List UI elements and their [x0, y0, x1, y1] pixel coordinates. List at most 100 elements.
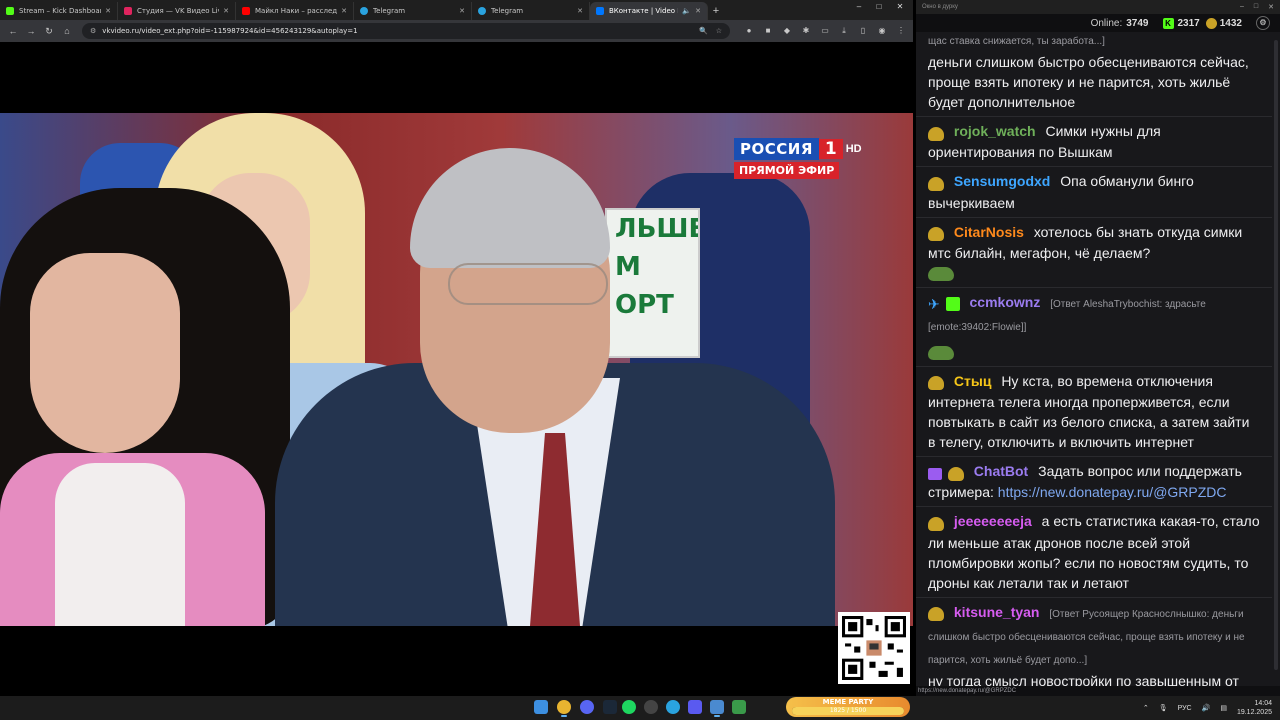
- coin-icon: [1205, 17, 1217, 29]
- start-windows-icon[interactable]: [534, 700, 548, 714]
- chat-username[interactable]: Стыц: [954, 373, 992, 389]
- chat-username[interactable]: ChatBot: [974, 463, 1028, 479]
- app-icon[interactable]: [688, 700, 702, 714]
- spotify-icon[interactable]: [622, 700, 636, 714]
- qr-code[interactable]: [838, 612, 910, 684]
- profile-avatar-icon[interactable]: ◉: [874, 23, 890, 39]
- close-tab-icon[interactable]: ✕: [223, 7, 229, 15]
- live-badge: ПРЯМОЙ ЭФИР: [734, 162, 840, 179]
- new-tab-button[interactable]: +: [708, 2, 724, 20]
- vk-live-favicon-icon: [124, 7, 132, 15]
- app-icon[interactable]: [732, 700, 746, 714]
- chat-message: CitarNosis хотелось бы знать откуда симк…: [916, 218, 1272, 288]
- steam-icon[interactable]: [603, 700, 617, 714]
- forward-arrow-icon[interactable]: →: [22, 22, 40, 40]
- donate-link[interactable]: https://new.donatepay.ru/@GRPZDC: [998, 484, 1227, 500]
- clock[interactable]: 14:04 19.12.2025: [1237, 699, 1272, 717]
- extensions-puzzle-icon[interactable]: ✱: [798, 23, 814, 39]
- discord-icon[interactable]: [580, 700, 594, 714]
- chat-username[interactable]: kitsune_tyan: [954, 604, 1040, 620]
- obs-icon[interactable]: [644, 700, 658, 714]
- split-view-icon[interactable]: ▭: [817, 23, 833, 39]
- extension-icon[interactable]: ●: [741, 23, 757, 39]
- chat-username[interactable]: rojok_watch: [954, 123, 1036, 139]
- clock-time: 14:04: [1254, 700, 1272, 707]
- browser-toolbar: ← → ↻ ⌂ ⚙ vkvideo.ru/video_ext.php?oid=-…: [0, 20, 913, 42]
- meme-party-widget[interactable]: MEME PARTY 1825 / 1500: [786, 697, 910, 717]
- coin-count: 1432: [1219, 17, 1242, 29]
- channel-name: РОССИЯ: [734, 138, 819, 160]
- tab-label: Майкл Наки – расследовани: [255, 7, 338, 15]
- chat-message-list[interactable]: щас ставка снижается, ты заработа...] де…: [916, 32, 1272, 686]
- message-text: ну тогда смысл новостройки по завышенным…: [928, 672, 1239, 686]
- pepe-badge-icon: [928, 227, 944, 242]
- lightning-badge-icon: ✈: [928, 295, 940, 312]
- microphone-icon[interactable]: 🎙: [1159, 704, 1168, 712]
- online-count: 3749: [1126, 17, 1149, 29]
- close-window-button[interactable]: ✕: [890, 2, 910, 11]
- speaker-icon[interactable]: 🔈: [682, 7, 691, 15]
- tab-vk-video-ext[interactable]: ВКонтакте | Video Ext 🔈 ✕: [590, 2, 708, 20]
- bot-badge-icon: [928, 467, 942, 480]
- chat-stats-bar: Online: 3749 K 2317 1432 ⚙: [916, 14, 1280, 32]
- extension-icon[interactable]: ■: [760, 23, 776, 39]
- tab-telegram-2[interactable]: Telegram ✕: [472, 2, 590, 20]
- chat-username[interactable]: jeeeeeeeeja: [954, 513, 1032, 529]
- close-window-button[interactable]: ✕: [1268, 3, 1274, 11]
- maximize-button[interactable]: □: [869, 2, 889, 11]
- maximize-button[interactable]: □: [1254, 3, 1258, 11]
- speaker-icon[interactable]: 🔊: [1202, 704, 1211, 712]
- app-icon[interactable]: [710, 700, 724, 717]
- chevron-up-icon[interactable]: ⌃: [1143, 704, 1149, 712]
- chat-titlebar: Окно в дурку – □ ✕: [916, 0, 1280, 14]
- network-icon[interactable]: ▤: [1220, 704, 1227, 712]
- telegram-icon[interactable]: [666, 700, 680, 714]
- pepe-badge-icon: [928, 517, 944, 532]
- telegram-favicon-icon: [478, 7, 486, 15]
- frog-emote-icon: [928, 346, 954, 361]
- reload-icon[interactable]: ↻: [40, 22, 58, 40]
- chat-message: kitsune_tyan [Ответ Русоящер Краснослныш…: [916, 598, 1272, 686]
- pepe-badge-icon: [928, 376, 944, 391]
- language-indicator[interactable]: РУС: [1178, 705, 1192, 712]
- close-tab-icon[interactable]: ✕: [695, 7, 701, 15]
- video-player[interactable]: ЛЬШЕ М ОРТ РОССИЯ 1 HD ПРЯМОЙ ЭФИР: [0, 113, 913, 626]
- back-arrow-icon[interactable]: ←: [4, 22, 22, 40]
- downloads-icon[interactable]: ⤓: [836, 23, 852, 39]
- bookmark-star-icon[interactable]: ☆: [716, 27, 722, 35]
- white-blouse: [55, 463, 185, 626]
- close-tab-icon[interactable]: ✕: [459, 7, 465, 15]
- chat-message: rojok_watch Симки нужны для ориентирован…: [916, 117, 1272, 168]
- tab-kick-dashboard[interactable]: Stream – Kick Dashboard ✕: [0, 2, 118, 20]
- home-icon[interactable]: ⌂: [58, 22, 76, 40]
- tab-telegram-1[interactable]: Telegram ✕: [354, 2, 472, 20]
- sign-line: ОРТ: [615, 290, 674, 320]
- site-info-icon[interactable]: ⚙: [90, 27, 96, 35]
- chat-username[interactable]: ccmkownz: [970, 294, 1041, 310]
- close-tab-icon[interactable]: ✕: [577, 7, 583, 15]
- dark-haired-woman-face: [30, 253, 180, 453]
- chrome-icon[interactable]: [557, 700, 571, 717]
- chat-scrollbar[interactable]: [1274, 40, 1278, 670]
- address-bar[interactable]: ⚙ vkvideo.ru/video_ext.php?oid=-11598792…: [82, 23, 730, 39]
- sign-line: М: [615, 252, 641, 282]
- qr-code-icon: [842, 616, 906, 680]
- channel-number: 1: [818, 139, 843, 159]
- chat-message: щас ставка снижается, ты заработа...] де…: [916, 32, 1272, 117]
- tab-youtube-naki[interactable]: Майкл Наки – расследовани ✕: [236, 2, 354, 20]
- chat-window-title: Окно в дурку: [922, 4, 958, 10]
- chat-username[interactable]: CitarNosis: [954, 224, 1024, 240]
- zoom-icon[interactable]: 🔍: [699, 27, 708, 35]
- tab-vk-live-studio[interactable]: Студия — VK Видео Live ✕: [118, 2, 236, 20]
- close-tab-icon[interactable]: ✕: [341, 7, 347, 15]
- meme-progress-bar: 1825 / 1500: [792, 707, 904, 715]
- sidebar-icon[interactable]: ▯: [855, 23, 871, 39]
- extension-icon[interactable]: ◆: [779, 23, 795, 39]
- settings-icon[interactable]: ⚙: [1256, 16, 1270, 30]
- menu-kebab-icon[interactable]: ⋮: [893, 23, 909, 39]
- minimize-button[interactable]: –: [1240, 3, 1244, 11]
- chat-username[interactable]: Sensumgodxd: [954, 173, 1050, 189]
- tab-label: Telegram: [491, 7, 524, 15]
- minimize-button[interactable]: –: [849, 2, 869, 11]
- close-tab-icon[interactable]: ✕: [105, 7, 111, 15]
